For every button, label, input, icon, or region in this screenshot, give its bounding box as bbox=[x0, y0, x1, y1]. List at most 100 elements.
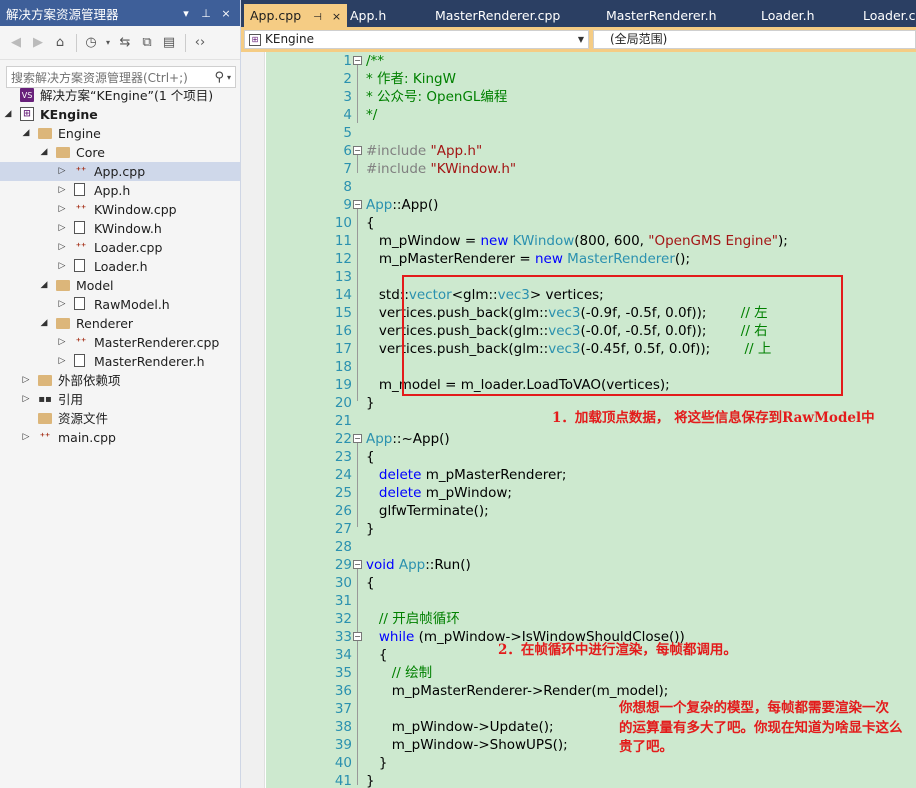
tab-loader-cpp[interactable]: Loader.cpp bbox=[863, 4, 916, 27]
tree-item-[interactable]: 资源文件 bbox=[0, 409, 240, 428]
tree-item-masterrenderer-h[interactable]: ▷ MasterRenderer.h bbox=[0, 352, 240, 371]
references-icon: ▪▪ bbox=[38, 393, 52, 405]
expand-arrow-icon[interactable]: ▷ bbox=[56, 162, 68, 181]
tree-item-kengine[interactable]: ◢ ⊞ KEngine bbox=[0, 105, 240, 124]
tab-app-h[interactable]: App.h bbox=[350, 4, 386, 27]
expand-arrow-icon[interactable]: ▷ bbox=[56, 238, 68, 257]
expand-arrow-icon[interactable]: ▷ bbox=[56, 200, 68, 219]
expand-arrow-icon[interactable]: ▷ bbox=[56, 257, 68, 276]
solution-explorer-search[interactable]: 搜索解决方案资源管理器(Ctrl+;) ⚲ ▾ bbox=[6, 66, 236, 88]
tree-item-renderer[interactable]: ◢ Renderer bbox=[0, 314, 240, 333]
expand-arrow-icon[interactable]: ▷ bbox=[20, 390, 32, 409]
show-all-files-icon[interactable]: ▤ bbox=[159, 33, 179, 53]
tree-item-[interactable]: ▷ ▪▪ 引用 bbox=[0, 390, 240, 409]
tree-item-label: 引用 bbox=[58, 392, 84, 407]
code-token: m_pMasterRenderer; bbox=[425, 467, 567, 483]
line-number: 32 bbox=[334, 611, 352, 627]
collapse-toggle-icon[interactable]: − bbox=[353, 146, 362, 155]
tree-item-engine[interactable]: ◢ Engine bbox=[0, 124, 240, 143]
pending-changes-icon[interactable]: ◷ bbox=[81, 33, 101, 53]
tab-app-cpp[interactable]: App.cpp ⊣ × bbox=[244, 4, 348, 27]
navigation-bar: ⊞ KEngine ▼ (全局范围) bbox=[241, 27, 916, 52]
outline-guide bbox=[357, 443, 358, 527]
dropdown-arrow-icon[interactable]: ▾ bbox=[103, 33, 113, 53]
expand-arrow-icon[interactable]: ▷ bbox=[56, 219, 68, 238]
back-icon[interactable]: ◀ bbox=[6, 33, 26, 53]
tree-item-app-h[interactable]: ▷ App.h bbox=[0, 181, 240, 200]
collapse-toggle-icon[interactable]: − bbox=[353, 56, 362, 65]
collapse-arrow-icon[interactable]: ◢ bbox=[38, 276, 50, 295]
line-number: 34 bbox=[334, 647, 352, 663]
home-icon[interactable]: ⌂ bbox=[50, 33, 70, 53]
code-line: m_pMasterRenderer->Render(m_model); bbox=[366, 682, 669, 700]
chevron-down-icon[interactable]: ▼ bbox=[578, 31, 584, 48]
search-options-icon[interactable]: ▾ bbox=[227, 73, 231, 82]
tree-item-kwindow-cpp[interactable]: ▷ ⁺⁺ KWindow.cpp bbox=[0, 200, 240, 219]
scope-dropdown[interactable]: (全局范围) bbox=[593, 30, 916, 49]
tab-masterrenderer-h[interactable]: MasterRenderer.h bbox=[606, 4, 717, 27]
code-token: * 作者: KingW bbox=[366, 71, 456, 87]
code-token: { bbox=[366, 449, 375, 465]
collapse-arrow-icon[interactable]: ◢ bbox=[20, 124, 32, 143]
expand-arrow-icon[interactable]: ▷ bbox=[56, 181, 68, 200]
search-icon[interactable]: ⚲ bbox=[214, 70, 224, 85]
editor-gutter bbox=[241, 52, 265, 788]
window-position-dropdown-icon[interactable]: ▾ bbox=[178, 7, 194, 20]
collapse-toggle-icon[interactable]: − bbox=[353, 632, 362, 641]
tree-item-loader-h[interactable]: ▷ Loader.h bbox=[0, 257, 240, 276]
tab-loader-h[interactable]: Loader.h bbox=[761, 4, 815, 27]
collapse-toggle-icon[interactable]: − bbox=[353, 200, 362, 209]
code-token: while bbox=[378, 629, 419, 645]
collapse-toggle-icon[interactable]: − bbox=[353, 434, 362, 443]
close-icon[interactable]: × bbox=[218, 7, 234, 20]
tree-item-kwindow-h[interactable]: ▷ KWindow.h bbox=[0, 219, 240, 238]
tree-item-label: Loader.cpp bbox=[94, 240, 163, 255]
expand-arrow-icon[interactable]: ▷ bbox=[56, 295, 68, 314]
project-icon: ⊞ bbox=[20, 107, 34, 121]
expand-arrow-icon[interactable]: ▷ bbox=[20, 428, 32, 447]
line-number: 31 bbox=[334, 593, 352, 609]
collapse-arrow-icon[interactable]: ◢ bbox=[2, 105, 14, 124]
tree-item-app-cpp[interactable]: ▷ ⁺⁺ App.cpp bbox=[0, 162, 240, 181]
tab-close-icon[interactable]: × bbox=[332, 10, 341, 23]
expand-arrow-icon[interactable]: ▷ bbox=[20, 371, 32, 390]
code-token: } bbox=[366, 395, 375, 411]
expand-arrow-icon[interactable]: ▷ bbox=[56, 352, 68, 371]
collapse-arrow-icon[interactable]: ◢ bbox=[38, 143, 50, 162]
folder-icon bbox=[56, 318, 70, 329]
tree-item-kengine-1[interactable]: VS 解决方案“KEngine”(1 个项目) bbox=[0, 86, 240, 105]
collapse-toggle-icon[interactable]: − bbox=[353, 560, 362, 569]
tree-item-main-cpp[interactable]: ▷ ⁺⁺ main.cpp bbox=[0, 428, 240, 447]
tab-masterrenderer-cpp[interactable]: MasterRenderer.cpp bbox=[435, 4, 560, 27]
tree-item-core[interactable]: ◢ Core bbox=[0, 143, 240, 162]
sync-icon[interactable]: ⇆ bbox=[115, 33, 135, 53]
tree-item-label: main.cpp bbox=[58, 430, 116, 445]
code-token: m_pWindow = bbox=[366, 233, 481, 249]
expand-arrow-icon[interactable]: ▷ bbox=[56, 333, 68, 352]
collapse-all-icon[interactable]: ⧉ bbox=[137, 33, 157, 53]
project-dropdown[interactable]: ⊞ KEngine ▼ bbox=[244, 30, 589, 49]
code-area[interactable]: − − − − − − 1 /** 2 * 作者: KingW 3 * 公众号: Open… bbox=[266, 52, 916, 788]
line-number: 16 bbox=[334, 323, 352, 339]
tree-item-model[interactable]: ◢ Model bbox=[0, 276, 240, 295]
tree-item-masterrenderer-cpp[interactable]: ▷ ⁺⁺ MasterRenderer.cpp bbox=[0, 333, 240, 352]
pin-icon[interactable]: ⊥ bbox=[198, 7, 214, 20]
cpp-file-icon: ⁺⁺ bbox=[75, 336, 87, 348]
tree-item-loader-cpp[interactable]: ▷ ⁺⁺ Loader.cpp bbox=[0, 238, 240, 257]
view-code-icon[interactable]: ‹› bbox=[190, 33, 210, 53]
line-number: 38 bbox=[334, 719, 352, 735]
tree-item-[interactable]: ▷ 外部依赖项 bbox=[0, 371, 240, 390]
tree-item-rawmodel-h[interactable]: ▷ RawModel.h bbox=[0, 295, 240, 314]
code-token: glfwTerminate(); bbox=[366, 503, 489, 519]
code-editor[interactable]: − − − − − − 1 /** 2 * 作者: KingW 3 * 公众号: Open… bbox=[241, 52, 916, 788]
header-file-icon bbox=[74, 259, 85, 272]
collapse-arrow-icon[interactable]: ◢ bbox=[38, 314, 50, 333]
code-token: // 开启帧循环 bbox=[378, 611, 460, 627]
search-input[interactable]: 搜索解决方案资源管理器(Ctrl+;) bbox=[11, 69, 214, 86]
tree-item-label: 外部依赖项 bbox=[58, 373, 121, 388]
code-line: #include "KWindow.h" bbox=[366, 160, 516, 178]
tab-pin-icon[interactable]: ⊣ bbox=[313, 12, 322, 23]
forward-icon[interactable]: ▶ bbox=[28, 33, 48, 53]
tree-item-label: Core bbox=[76, 145, 105, 160]
